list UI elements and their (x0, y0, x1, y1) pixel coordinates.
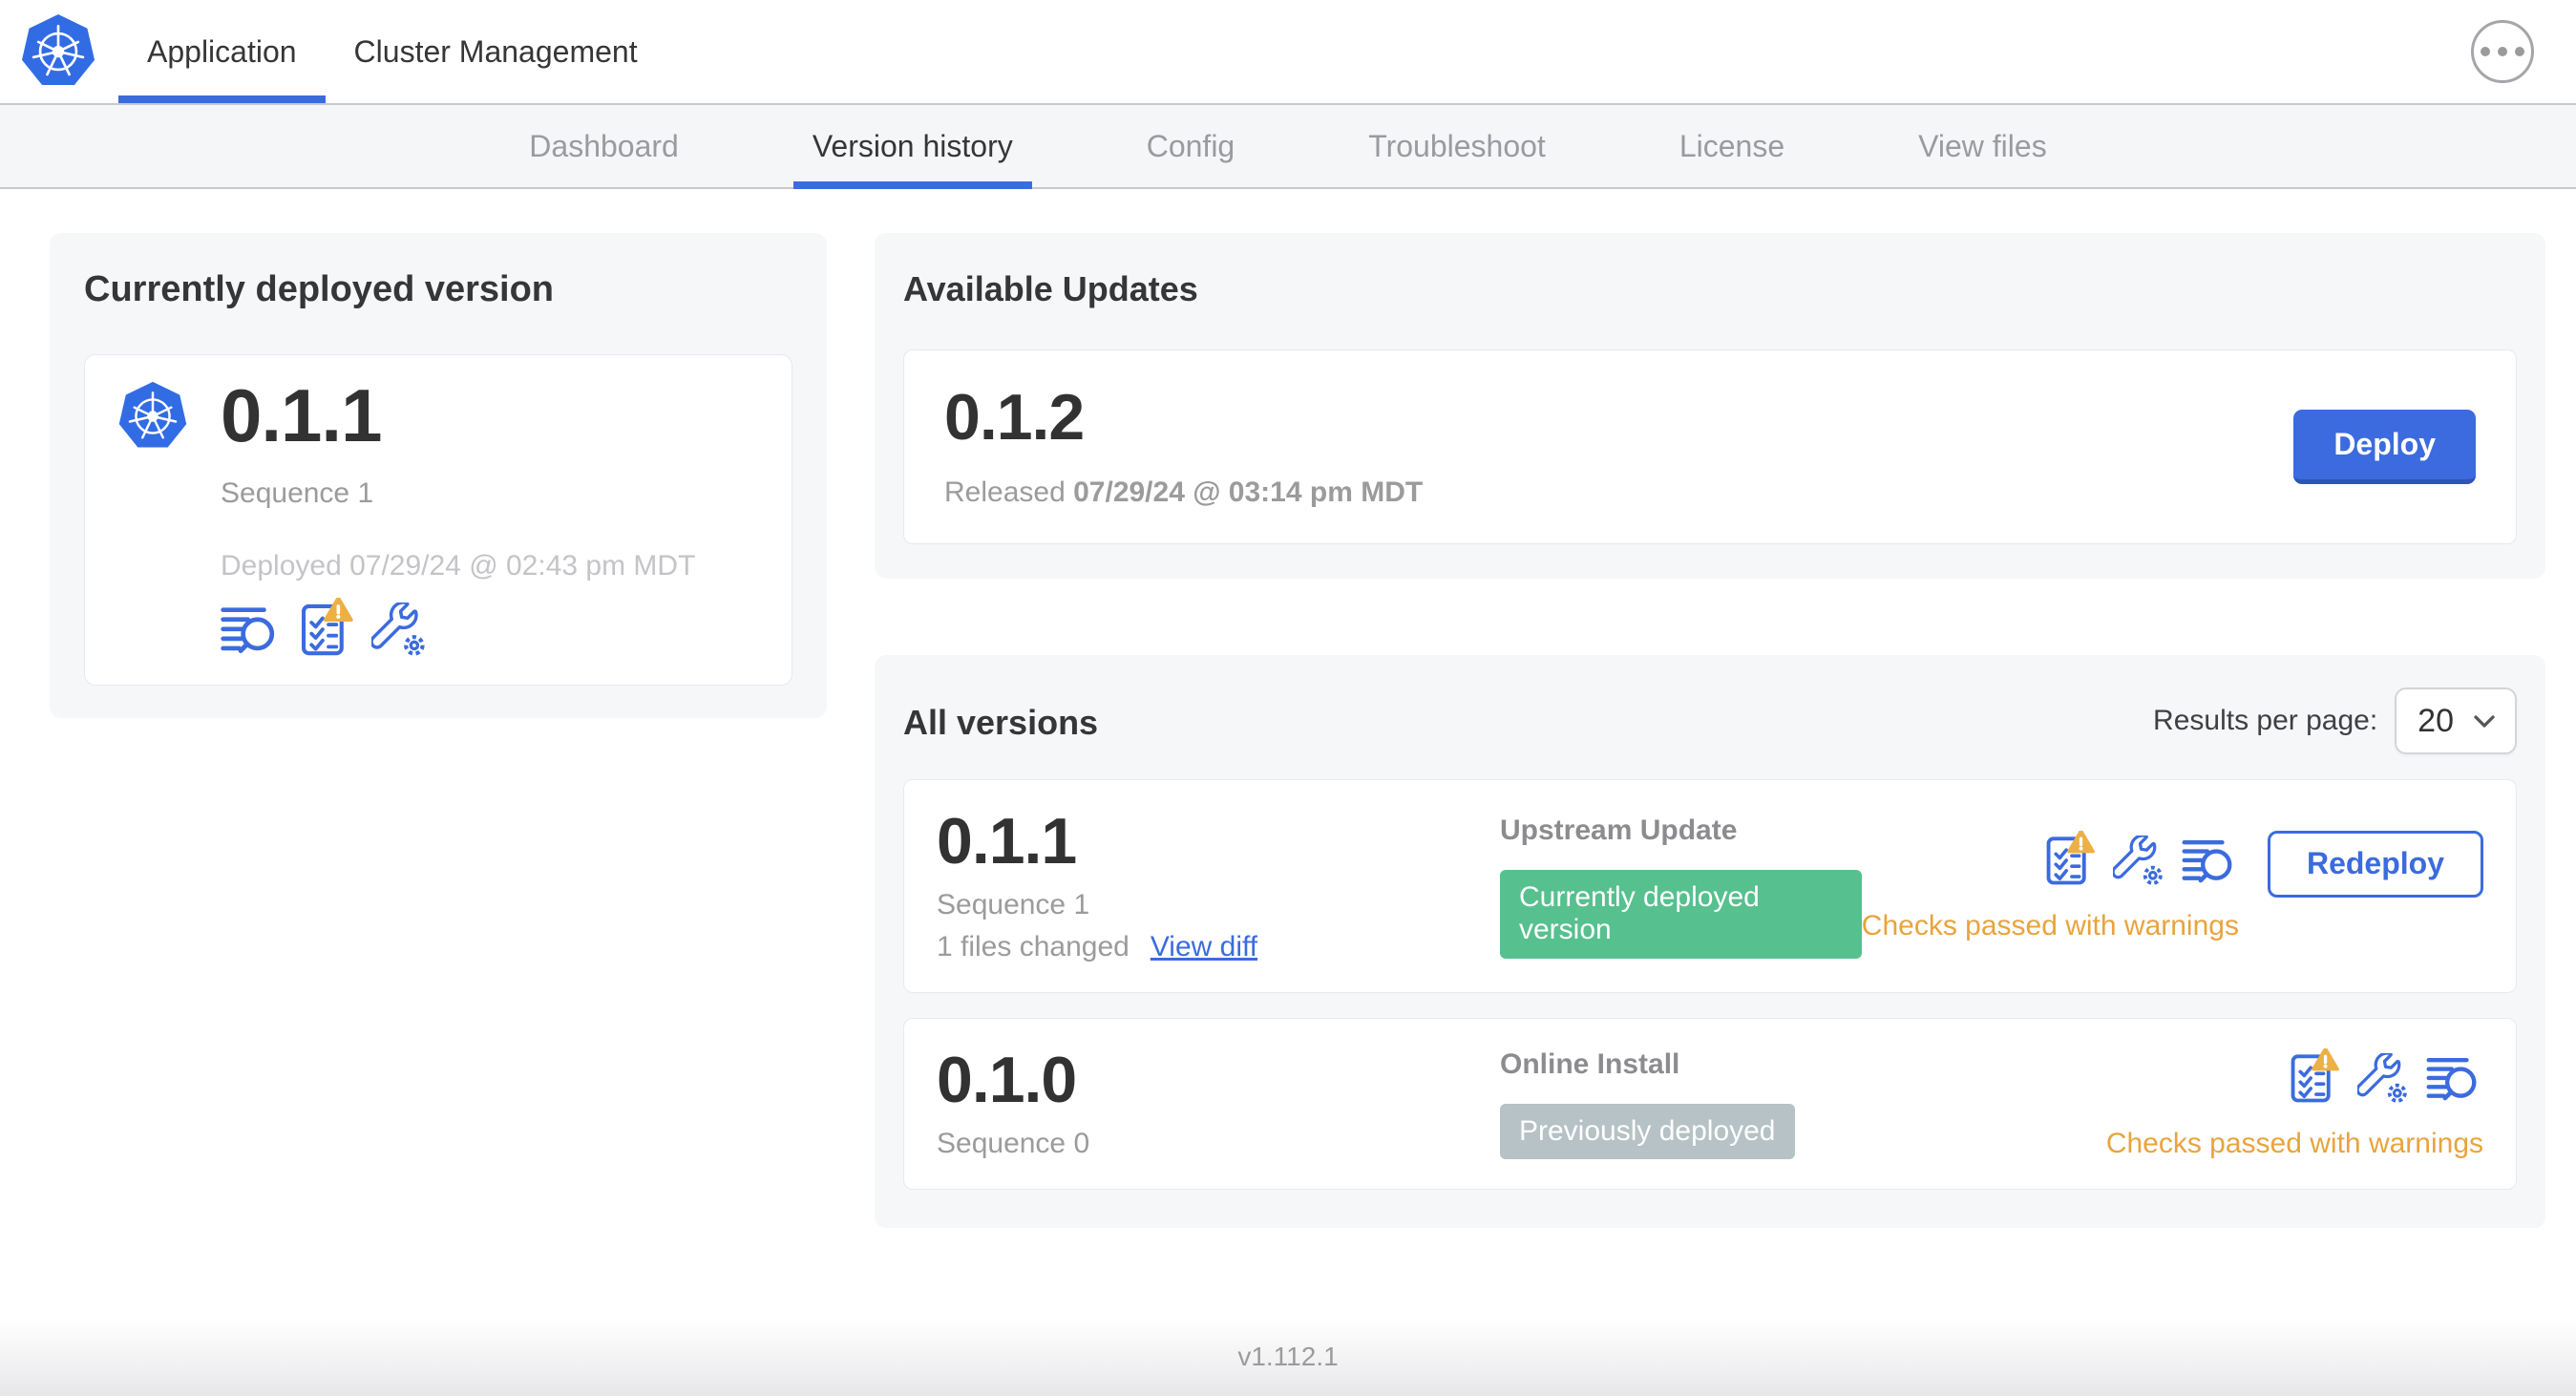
config-icon[interactable] (371, 603, 427, 658)
current-version-inner-card: 0.1.1 Sequence 1 Deployed 07/29/24 @ 02:… (84, 354, 792, 686)
console-version: v1.112.1 (1237, 1342, 1339, 1371)
checks-status-text: Checks passed with warnings (1861, 909, 2239, 941)
version-row-status: Online Install Previously deployed (1500, 1048, 2106, 1160)
page-subnav: Dashboard Version history Config Trouble… (0, 105, 2576, 189)
app-kubernetes-icon (116, 380, 190, 453)
subnav-tab-license[interactable]: License (1660, 105, 1804, 187)
main-content: Currently deployed version 0.1.1 Sequenc… (0, 189, 2576, 1318)
status-badge: Currently deployed version (1500, 869, 1862, 959)
config-icon[interactable] (2112, 835, 2164, 887)
available-update-version: 0.1.2 (944, 381, 1085, 454)
available-updates-card: Available Updates 0.1.2 Released 07/29/2… (875, 233, 2545, 579)
right-column: Available Updates 0.1.2 Released 07/29/2… (875, 233, 2545, 1228)
chevron-down-icon (2474, 714, 2495, 728)
preflight-checks-warning-icon[interactable] (2289, 1047, 2340, 1105)
tab-cluster-management[interactable]: Cluster Management (326, 0, 666, 103)
release-notes-icon[interactable] (2426, 1054, 2483, 1105)
view-diff-link[interactable]: View diff (1151, 931, 1257, 963)
current-version-action-icons (221, 598, 695, 658)
config-icon[interactable] (2357, 1052, 2409, 1105)
subnav-tab-dashboard[interactable]: Dashboard (510, 105, 698, 187)
version-row-actions: Checks passed with warnings Redeploy (1861, 830, 2483, 942)
subnav-tab-troubleshoot[interactable]: Troubleshoot (1349, 105, 1565, 187)
preflight-checks-warning-icon[interactable] (299, 598, 354, 658)
current-version-number: 0.1.1 (221, 373, 382, 457)
current-version-info: 0.1.1 Sequence 1 Deployed 07/29/24 @ 02:… (221, 378, 695, 658)
available-update-released: Released 07/29/24 @ 03:14 pm MDT (944, 476, 1424, 508)
redeploy-button[interactable]: Redeploy (2267, 830, 2483, 898)
page-footer: v1.112.1 (0, 1318, 2576, 1396)
version-row-status: Upstream Update Currently deployed versi… (1500, 814, 1862, 959)
app-root: Application Cluster Management Dashboard… (0, 0, 2576, 1396)
version-source: Upstream Update (1500, 814, 1738, 846)
ellipsis-icon (2481, 47, 2490, 56)
all-versions-title: All versions (903, 703, 1099, 742)
version-sequence: Sequence 0 (937, 1128, 1090, 1159)
top-nav: Application Cluster Management (0, 0, 2576, 105)
version-action-icons (2289, 1047, 2483, 1105)
tab-application-label: Application (147, 33, 297, 69)
release-notes-icon[interactable] (2182, 836, 2239, 887)
results-per-page-select[interactable]: 20 (2395, 687, 2517, 754)
version-row-actions: Checks passed with warnings (2105, 1047, 2483, 1160)
current-version-title: Currently deployed version (84, 269, 555, 309)
current-version-card: Currently deployed version 0.1.1 Sequenc… (50, 233, 827, 718)
subnav-tab-config[interactable]: Config (1128, 105, 1255, 187)
all-versions-card: All versions Results per page: 20 0.1.1 … (875, 655, 2545, 1228)
current-version-deployed-date: Deployed 07/29/24 @ 02:43 pm MDT (221, 550, 696, 582)
preflight-checks-warning-icon[interactable] (2044, 830, 2096, 887)
version-row: 0.1.1 Sequence 1 1 files changed View di… (903, 779, 2517, 993)
release-notes-icon[interactable] (221, 603, 282, 658)
version-files-changed: 1 files changed View diff (937, 931, 1258, 963)
deploy-button[interactable]: Deploy (2293, 410, 2476, 484)
available-update-row: 0.1.2 Released 07/29/24 @ 03:14 pm MDT D… (903, 349, 2517, 544)
version-number: 0.1.1 (937, 805, 1077, 878)
checks-status-text: Checks passed with warnings (2105, 1127, 2483, 1159)
version-row-info: 0.1.1 Sequence 1 1 files changed View di… (937, 809, 1500, 963)
current-version-sequence: Sequence 1 (221, 477, 374, 509)
version-action-icons (2044, 830, 2239, 887)
app-tabs: Application Cluster Management (118, 0, 666, 103)
available-updates-title: Available Updates (903, 269, 1198, 308)
status-badge: Previously deployed (1500, 1103, 1795, 1160)
subnav-tab-view-files[interactable]: View files (1899, 105, 2066, 187)
all-versions-header: All versions Results per page: 20 (903, 687, 2517, 754)
tab-application[interactable]: Application (118, 0, 326, 103)
version-row: 0.1.0 Sequence 0 Online Install Previous… (903, 1018, 2517, 1190)
version-source: Online Install (1500, 1047, 1680, 1080)
version-sequence: Sequence 1 (937, 889, 1090, 920)
tab-cluster-management-label: Cluster Management (353, 33, 638, 69)
subnav-tab-version-history[interactable]: Version history (792, 105, 1032, 189)
ellipsis-menu-button[interactable] (2471, 20, 2534, 83)
version-number: 0.1.0 (937, 1044, 1077, 1116)
version-row-info: 0.1.0 Sequence 0 (937, 1047, 1500, 1160)
available-update-info: 0.1.2 Released 07/29/24 @ 03:14 pm MDT (944, 385, 1423, 509)
results-per-page: Results per page: 20 (2153, 687, 2517, 754)
kubernetes-logo-icon (17, 12, 99, 91)
results-per-page-label: Results per page: (2153, 705, 2378, 736)
